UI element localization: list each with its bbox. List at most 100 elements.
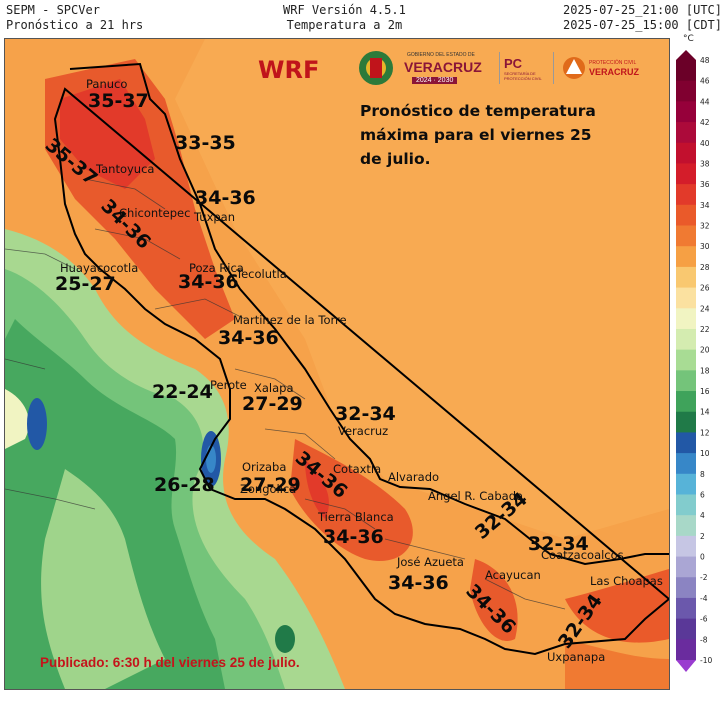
colorbar-tick-label: 48 bbox=[700, 56, 710, 65]
city-label: Tecolutla bbox=[236, 267, 287, 281]
colorbar-segment bbox=[676, 163, 696, 185]
colorbar-segment bbox=[676, 246, 696, 268]
colorbar-segment bbox=[676, 535, 696, 558]
colorbar-tick-label: 26 bbox=[700, 284, 710, 293]
temp-range-label: 32-34 bbox=[335, 403, 396, 425]
published-note: Publicado: 6:30 h del viernes 25 de juli… bbox=[40, 655, 300, 670]
temp-range-label: 25-27 bbox=[55, 273, 116, 295]
colorbar-segment bbox=[676, 618, 696, 640]
header-valid-utc: 2025-07-25_21:00 [UTC] bbox=[563, 3, 722, 17]
colorbar-tick-label: 16 bbox=[700, 387, 710, 396]
colorbar-tick-label: 38 bbox=[700, 159, 710, 168]
colorbar-segment bbox=[676, 184, 696, 206]
colorbar-segment bbox=[676, 515, 696, 537]
header-source: SEPM - SPCVer bbox=[6, 3, 100, 17]
colorbar-segment bbox=[676, 287, 696, 309]
gov-line1: GOBIERNO DEL ESTADO DE bbox=[407, 52, 475, 58]
temp-range-label: 27-29 bbox=[240, 474, 301, 496]
colorbar-tick-label: -2 bbox=[700, 573, 708, 582]
city-label: Tierra Blanca bbox=[318, 510, 394, 524]
temp-range-label: 35-37 bbox=[88, 90, 149, 112]
colorbar-tick-label: -10 bbox=[700, 656, 712, 665]
city-label: Panuco bbox=[86, 77, 128, 91]
colorbar-segment bbox=[676, 308, 696, 330]
temp-range-label: 34-36 bbox=[323, 526, 384, 548]
city-label: José Azueta bbox=[397, 555, 464, 569]
header-left: SEPM - SPCVer Pronóstico a 21 hrs bbox=[6, 3, 143, 33]
colorbar-tick-label: 44 bbox=[700, 97, 710, 106]
colorbar-min-arrow bbox=[676, 660, 696, 672]
pc-short: PC bbox=[504, 56, 523, 71]
colorbar-tick-label: 14 bbox=[700, 408, 710, 417]
header-valid-cdt: 2025-07-25_15:00 [CDT] bbox=[563, 18, 722, 32]
gov-line3: 2024 · 2030 bbox=[412, 77, 458, 84]
gov-line2: VERACRUZ bbox=[404, 59, 482, 75]
colorbar-tick-label: 6 bbox=[700, 490, 705, 499]
colorbar-segment bbox=[676, 411, 696, 433]
temperature-colorbar: 4846444240383634323028262422201816141210… bbox=[676, 50, 712, 672]
colorbar-tick-label: 10 bbox=[700, 449, 710, 458]
logo-strip: GOBIERNO DEL ESTADO DE VERACRUZ 2024 · 2… bbox=[352, 44, 642, 96]
pcv-line2: VERACRUZ bbox=[589, 67, 640, 77]
colorbar-segment bbox=[676, 225, 696, 247]
city-label: Orizaba bbox=[242, 460, 287, 474]
colorbar-segment bbox=[676, 556, 696, 578]
colorbar-segment bbox=[676, 391, 696, 413]
colorbar-segment bbox=[676, 204, 696, 227]
colorbar-segment bbox=[676, 122, 696, 144]
city-label: Acayucan bbox=[485, 568, 541, 582]
city-label: Tuxpan bbox=[194, 210, 236, 224]
header-model-version: WRF Versión 4.5.1 bbox=[283, 3, 406, 17]
colorbar-segment bbox=[676, 597, 696, 620]
colorbar-tick-label: 18 bbox=[700, 366, 710, 375]
header-lead-time: Pronóstico a 21 hrs bbox=[6, 18, 144, 32]
city-label: Veracruz bbox=[338, 424, 389, 438]
colorbar-tick-label: 42 bbox=[700, 118, 710, 127]
colorbar-tick-label: 40 bbox=[700, 139, 710, 148]
colorbar-tick-label: 22 bbox=[700, 325, 710, 334]
pcv-line1: PROTECCIÓN CIVIL bbox=[589, 60, 637, 66]
forecast-note: Pronóstico de temperatura máxima para el… bbox=[360, 102, 596, 168]
city-label: Cotaxtla bbox=[333, 462, 382, 476]
colorbar-segment bbox=[676, 328, 696, 351]
city-label: Tantoyuca bbox=[96, 162, 155, 176]
colorbar-tick-label: 24 bbox=[700, 304, 710, 313]
colorbar-tick-label: 46 bbox=[700, 77, 710, 86]
colorbar-unit: °C bbox=[683, 34, 694, 44]
temp-range-label: 27-29 bbox=[242, 393, 303, 415]
colorbar-tick-label: 8 bbox=[700, 470, 705, 479]
colorbar-tick-label: -6 bbox=[700, 615, 708, 624]
temp-range-label: 34-36 bbox=[388, 572, 449, 594]
colorbar-segment bbox=[676, 494, 696, 516]
city-label: Martinez de la Torre bbox=[233, 313, 347, 327]
header-center: WRF Versión 4.5.1 Temperatura a 2m bbox=[283, 3, 406, 33]
model-label: WRF bbox=[258, 56, 320, 84]
header-right: 2025-07-25_21:00 [UTC] 2025-07-25_15:00 … bbox=[520, 3, 722, 33]
colorbar-segment bbox=[676, 639, 696, 661]
colorbar-tick-label: 28 bbox=[700, 263, 710, 272]
colorbar-tick-label: 32 bbox=[700, 222, 710, 231]
colorbar-max-arrow bbox=[676, 50, 696, 60]
colorbar-segment bbox=[676, 349, 696, 371]
city-label: Perote bbox=[210, 378, 247, 392]
colorbar-tick-label: 12 bbox=[700, 428, 710, 437]
colorbar-segment bbox=[676, 473, 696, 495]
temp-range-label: 22-24 bbox=[152, 381, 213, 403]
city-label: Uxpanapa bbox=[547, 650, 606, 664]
colorbar-tick-label: 4 bbox=[700, 511, 705, 520]
colorbar-segment bbox=[676, 80, 696, 102]
city-label: Alvarado bbox=[388, 470, 440, 484]
colorbar-segment bbox=[676, 432, 696, 454]
colorbar-segment bbox=[676, 101, 696, 123]
city-label: Las Choapas bbox=[590, 574, 663, 588]
colorbar-segment bbox=[676, 453, 696, 475]
colorbar-tick-label: 20 bbox=[700, 346, 710, 355]
temp-range-label: 34-36 bbox=[195, 187, 256, 209]
temp-range-label: 34-36 bbox=[218, 327, 279, 349]
temp-range-label: 32-34 bbox=[528, 533, 589, 555]
colorbar-tick-label: 34 bbox=[700, 201, 710, 210]
temp-range-label: 34-36 bbox=[178, 271, 239, 293]
header-variable: Temperatura a 2m bbox=[286, 18, 403, 32]
colorbar-tick-label: 36 bbox=[700, 180, 710, 189]
colorbar-tick-label: -8 bbox=[700, 635, 708, 644]
